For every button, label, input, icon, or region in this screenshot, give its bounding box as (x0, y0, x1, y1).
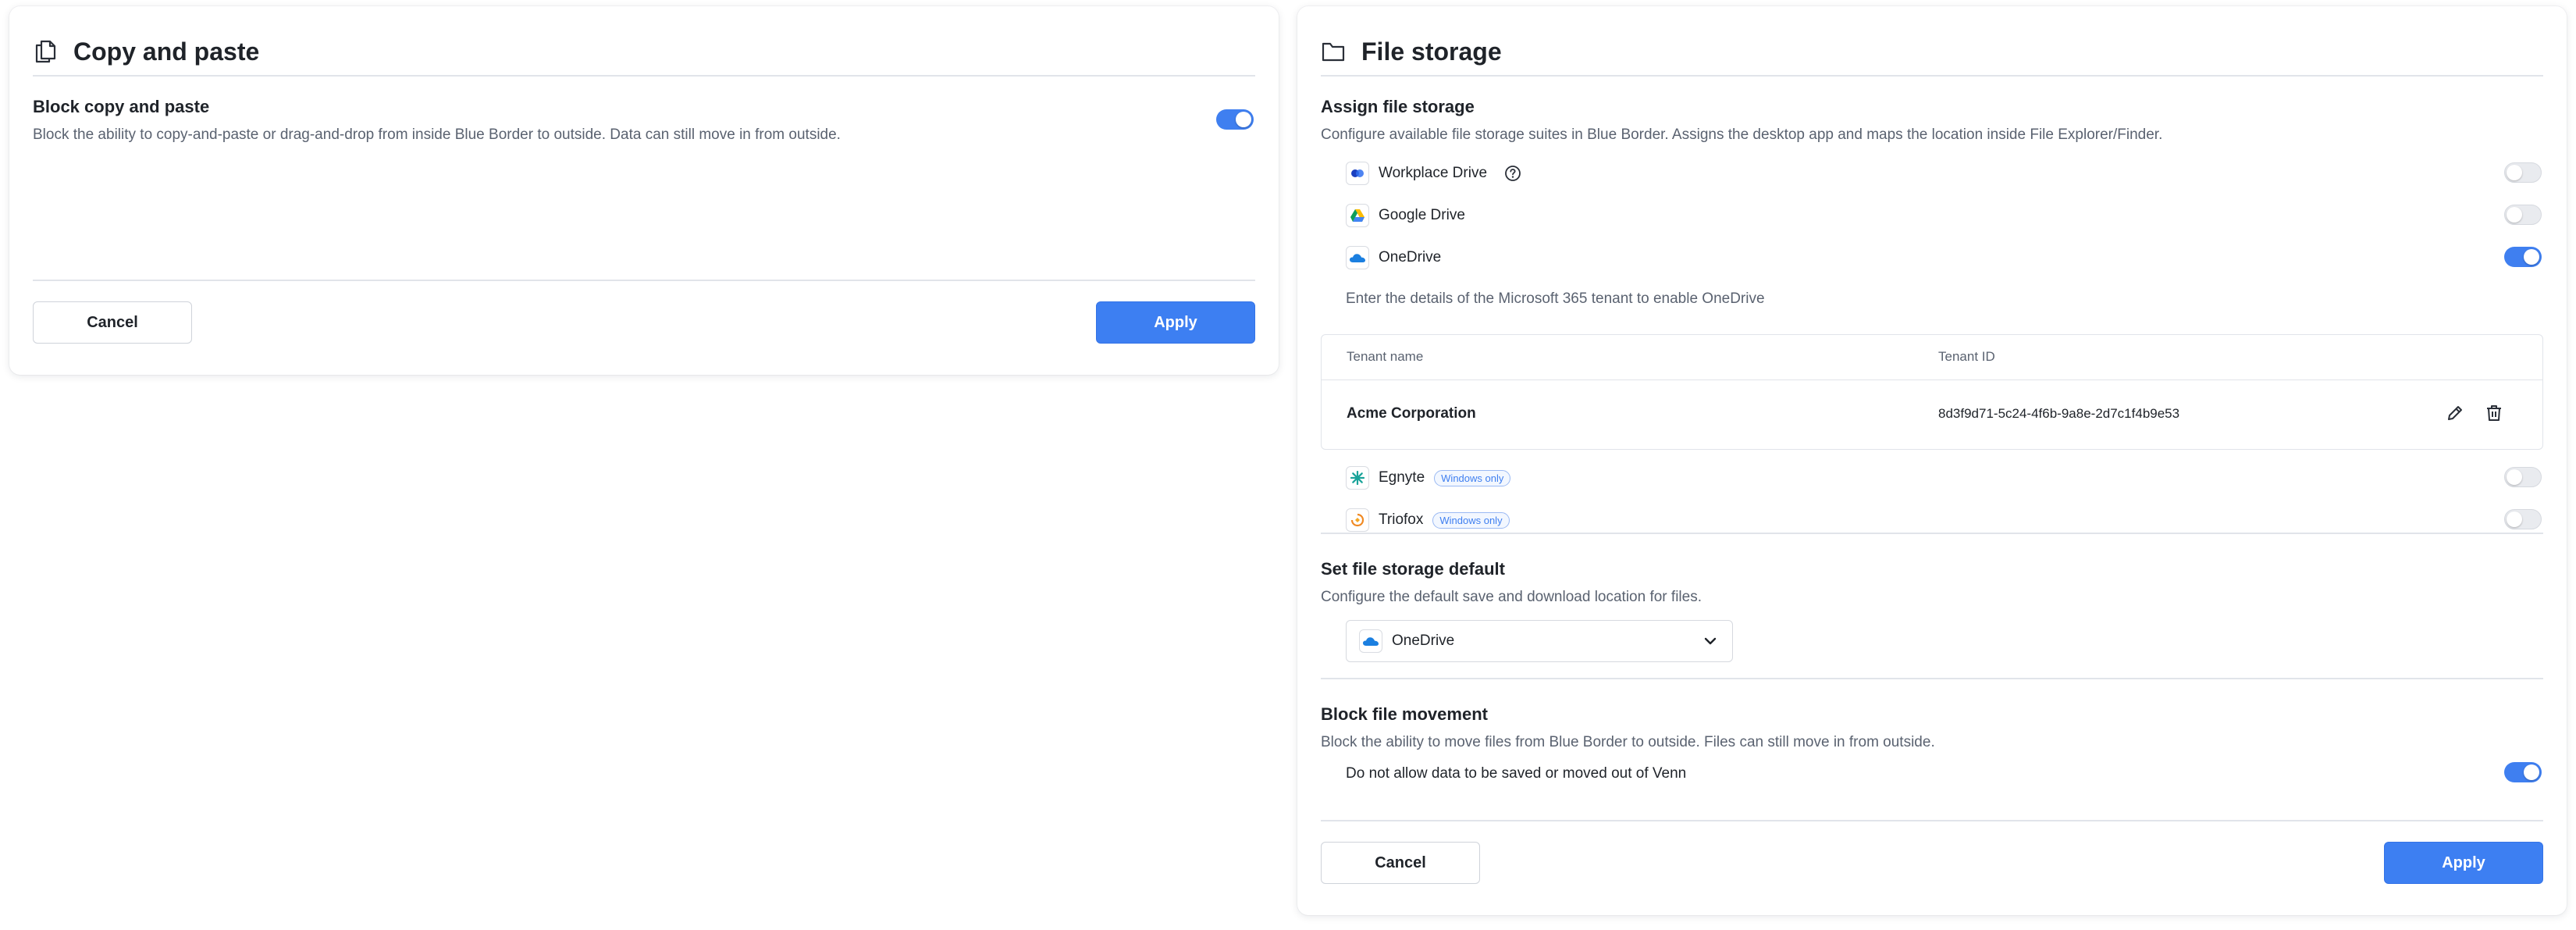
onedrive-icon (1359, 629, 1382, 653)
block-copy-paste-title: Block copy and paste (33, 97, 210, 116)
tenant-name-cell: Acme Corporation (1347, 405, 1476, 422)
provider-name: Workplace Drive (1379, 165, 1488, 181)
selected-value: OneDrive (1392, 632, 1455, 649)
column-header-tenant-name: Tenant name (1347, 349, 1424, 364)
provider-egnyte: Egnyte Windows only (1346, 464, 1511, 492)
block-file-movement-desc: Block the ability to move files from Blu… (1321, 734, 1935, 750)
egnyte-icon (1346, 466, 1369, 490)
block-file-movement-title: Block file movement (1321, 704, 1488, 724)
divider (33, 75, 1255, 77)
apply-button[interactable]: Apply (1096, 301, 1255, 344)
default-storage-desc: Configure the default save and download … (1321, 589, 1702, 605)
provider-name: Google Drive (1379, 207, 1465, 223)
cancel-button[interactable]: Cancel (1321, 842, 1480, 884)
provider-onedrive: OneDrive (1346, 244, 1441, 272)
tenant-table: Tenant name Tenant ID Acme Corporation 8… (1321, 334, 2543, 450)
onedrive-icon (1346, 246, 1369, 269)
copy-paste-card: Copy and paste Block copy and paste Bloc… (9, 6, 1279, 375)
provider-name: Triofox (1379, 511, 1424, 528)
provider-google-drive: Google Drive (1346, 201, 1465, 230)
copy-icon (33, 39, 58, 64)
workplace-drive-icon (1346, 162, 1369, 185)
divider (1321, 75, 2543, 77)
trash-icon[interactable] (2485, 404, 2505, 424)
windows-only-badge: Windows only (1432, 511, 1510, 529)
onedrive-toggle[interactable] (2504, 247, 2542, 267)
google-drive-toggle[interactable] (2504, 205, 2542, 225)
divider (33, 280, 1255, 281)
block-copy-paste-desc: Block the ability to copy-and-paste or d… (33, 126, 841, 143)
workplace-drive-toggle[interactable] (2504, 162, 2542, 183)
block-file-movement-option: Do not allow data to be saved or moved o… (1346, 765, 1687, 782)
file-storage-header: File storage (1321, 33, 2543, 70)
triofox-toggle[interactable] (2504, 509, 2542, 529)
provider-triofox: Triofox Windows only (1346, 506, 1510, 534)
help-icon[interactable] (1504, 165, 1521, 182)
divider (1321, 533, 2543, 534)
edit-icon[interactable] (2446, 404, 2466, 424)
provider-name: Egnyte (1379, 469, 1425, 486)
cancel-button[interactable]: Cancel (33, 301, 192, 344)
onedrive-note: Enter the details of the Microsoft 365 t… (1346, 290, 1765, 307)
block-copy-paste-toggle[interactable] (1216, 109, 1254, 130)
assign-storage-title: Assign file storage (1321, 97, 1475, 116)
chevron-down-icon (1701, 632, 1720, 650)
google-drive-icon (1346, 204, 1369, 227)
default-storage-select[interactable]: OneDrive (1346, 620, 1733, 662)
copy-paste-title: Copy and paste (73, 37, 260, 66)
file-storage-card: File storage Assign file storage Configu… (1297, 6, 2567, 915)
file-storage-title: File storage (1361, 37, 1502, 66)
tenant-table-header: Tenant name Tenant ID (1322, 335, 2542, 380)
column-header-tenant-id: Tenant ID (1938, 349, 1995, 364)
divider (1321, 678, 2543, 679)
egnyte-toggle[interactable] (2504, 467, 2542, 487)
provider-workplace-drive: Workplace Drive (1346, 159, 1521, 187)
apply-button[interactable]: Apply (2384, 842, 2543, 884)
provider-name: OneDrive (1379, 249, 1442, 265)
folder-icon (1321, 39, 1346, 64)
triofox-icon (1346, 508, 1369, 532)
windows-only-badge: Windows only (1434, 469, 1511, 486)
copy-paste-header: Copy and paste (33, 33, 1255, 70)
default-storage-title: Set file storage default (1321, 559, 1505, 579)
block-file-movement-toggle[interactable] (2504, 762, 2542, 782)
assign-storage-desc: Configure available file storage suites … (1321, 126, 2163, 143)
divider (1321, 820, 2543, 821)
tenant-id-cell: 8d3f9d71-5c24-4f6b-9a8e-2d7c1f4b9e53 (1938, 406, 2180, 421)
